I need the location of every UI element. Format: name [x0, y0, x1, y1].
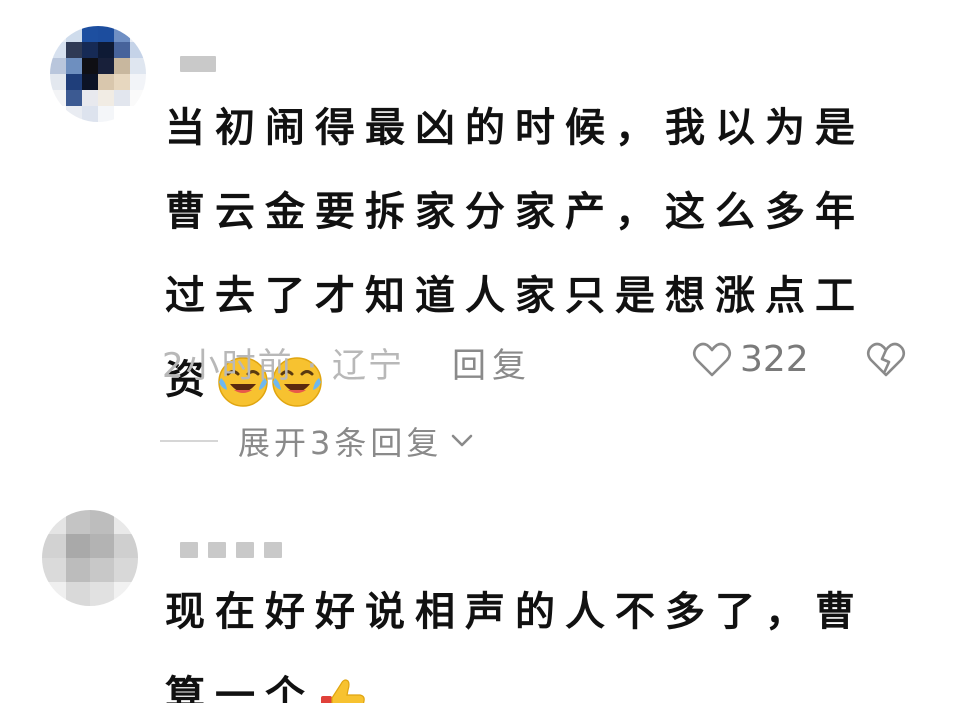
avatar-mosaic: [50, 26, 146, 122]
thumbs-up-emoji: [321, 679, 365, 703]
username-redacted[interactable]: [180, 542, 292, 560]
like-count: 322: [740, 338, 809, 380]
expand-replies-button[interactable]: 展开3条回复: [160, 416, 476, 466]
heart-icon: [692, 342, 732, 377]
like-button[interactable]: 322: [690, 334, 809, 384]
reply-button[interactable]: 回复: [452, 338, 532, 387]
comment-time-location: 2小时前 · 辽宁: [162, 346, 405, 386]
comment-text-content: 现在好好说相声的人不多了，曹算一个: [165, 589, 865, 703]
divider: [160, 440, 218, 442]
broken-heart-icon[interactable]: [864, 337, 908, 381]
chevron-down-icon: [452, 434, 473, 447]
avatar[interactable]: [42, 510, 138, 606]
comment-text: 现在好好说相声的人不多了，曹算一个: [165, 570, 905, 703]
username-redacted[interactable]: [180, 56, 226, 74]
avatar[interactable]: [50, 26, 146, 122]
avatar-mosaic: [42, 510, 138, 606]
comment-meta-row: 2小时前 · 辽宁 回复 322: [162, 334, 922, 387]
expand-replies-label: 展开3条回复: [238, 424, 443, 462]
